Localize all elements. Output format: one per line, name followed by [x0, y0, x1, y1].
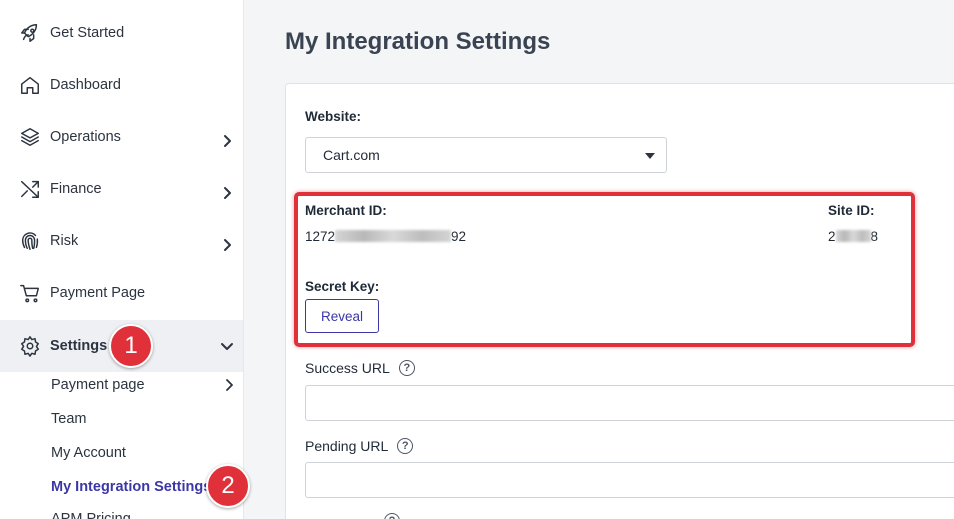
layers-icon [18, 125, 42, 149]
sidebar-item-payment-page[interactable]: Payment Page [0, 267, 243, 319]
help-icon[interactable]: ? [384, 513, 400, 519]
success-url-label-text: Success URL [305, 360, 390, 376]
sidebar: Get Started Dashboard Operations Finance… [0, 0, 244, 519]
sidebar-item-risk[interactable]: Risk [0, 215, 243, 267]
redacted-blur [335, 230, 452, 242]
sidebar-item-label: Settings [50, 338, 108, 354]
home-icon [18, 73, 42, 97]
chevron-down-icon [220, 339, 234, 353]
sidebar-subitem-label: My Account [51, 445, 126, 461]
merchant-id-visible-suffix: 92 [451, 229, 467, 244]
rocket-icon [18, 21, 42, 45]
reveal-button[interactable]: Reveal [305, 299, 379, 333]
sidebar-subitem-label: Payment page [51, 377, 145, 393]
help-icon[interactable]: ? [397, 438, 414, 454]
site-id-value: 28 [828, 229, 878, 244]
pending-url-label: Pending URL ? [305, 438, 414, 454]
chevron-right-icon [220, 134, 234, 148]
pending-url-label-text: Pending URL [305, 438, 389, 454]
sidebar-item-label: Get Started [50, 25, 125, 41]
sidebar-subitem-label: APM Pricing [51, 511, 131, 519]
success-url-input[interactable] [305, 385, 954, 421]
site-id-visible-suffix: 8 [870, 229, 879, 244]
sidebar-subitem-label: My Integration Settings [51, 479, 212, 495]
website-label: Website: [305, 109, 362, 124]
chevron-right-icon [220, 186, 234, 200]
merchant-id-value: 1272 92 [305, 229, 466, 244]
sidebar-subitem-payment-page[interactable]: Payment page [51, 373, 241, 397]
sidebar-item-label: Payment Page [50, 285, 146, 301]
sidebar-subitem-apm-pricing[interactable]: APM Pricing [51, 507, 241, 519]
website-select-value: Cart.com [323, 147, 380, 163]
gear-icon [18, 334, 42, 358]
shuffle-icon [18, 177, 42, 201]
cart-icon [18, 281, 42, 305]
caret-down-icon [645, 153, 655, 159]
sidebar-subitem-label: Team [51, 411, 87, 427]
sidebar-subitem-team[interactable]: Team [51, 407, 241, 431]
sidebar-item-label: Operations [50, 129, 121, 145]
sidebar-item-operations[interactable]: Operations [0, 111, 243, 163]
sidebar-item-finance[interactable]: Finance [0, 163, 243, 215]
merchant-id-label: Merchant ID: [305, 203, 387, 218]
pending-url-input[interactable] [305, 462, 954, 498]
website-select[interactable]: Cart.com [305, 137, 667, 173]
site-id-visible-prefix: 2 [828, 229, 836, 244]
annotation-badge-1: 1 [109, 324, 153, 368]
chevron-right-icon [223, 378, 235, 392]
sidebar-item-get-started[interactable]: Get Started [0, 7, 243, 59]
sidebar-item-dashboard[interactable]: Dashboard [0, 59, 243, 111]
chevron-right-icon [220, 238, 234, 252]
page-title: My Integration Settings [285, 28, 551, 55]
secret-key-label: Secret Key: [305, 279, 380, 294]
sidebar-subitem-my-account[interactable]: My Account [51, 441, 241, 465]
success-url-label: Success URL ? [305, 360, 415, 376]
next-field-label: ? [375, 513, 400, 519]
site-id-label: Site ID: [828, 203, 875, 218]
fingerprint-icon [18, 229, 42, 253]
sidebar-item-label: Finance [50, 181, 102, 197]
sidebar-item-label: Dashboard [50, 77, 121, 93]
help-icon[interactable]: ? [398, 360, 415, 376]
annotation-badge-2: 2 [206, 464, 250, 508]
sidebar-item-label: Risk [50, 233, 79, 249]
redacted-blur [835, 230, 871, 242]
merchant-id-visible-prefix: 1272 [305, 229, 336, 244]
